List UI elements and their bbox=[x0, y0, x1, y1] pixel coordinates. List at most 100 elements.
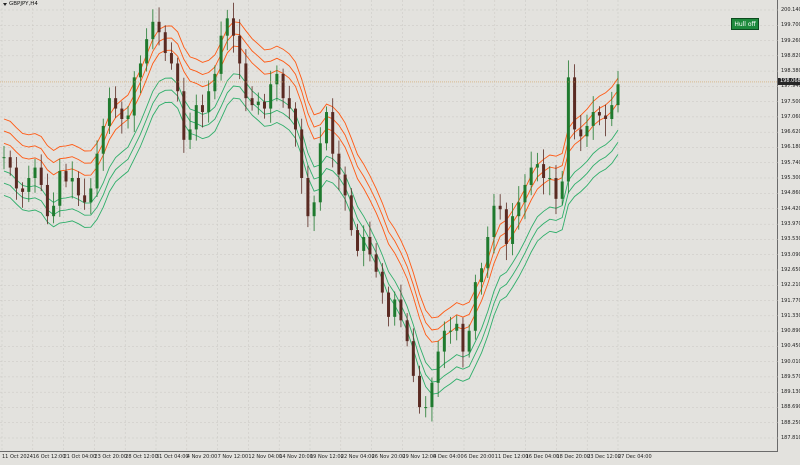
chart-window[interactable]: GBPJPY,H4 Hull off 200.140 199.700 199.260… bbox=[0, 0, 800, 465]
candle-body bbox=[566, 77, 570, 182]
time-tick-label: 16 Dec 04:00 bbox=[525, 454, 560, 460]
price-tick-label: 190.010 bbox=[781, 358, 800, 365]
candle-body bbox=[287, 98, 291, 109]
candle-body bbox=[585, 125, 589, 137]
candle-body bbox=[262, 101, 266, 109]
price-tick-label: 194.860 bbox=[781, 190, 800, 197]
price-tick-label: 190.890 bbox=[781, 328, 800, 335]
candle-body bbox=[560, 181, 564, 199]
symbol-label[interactable]: GBPJPY,H4 bbox=[3, 1, 38, 7]
time-axis: 11 Oct 2024 16 Oct 12:00 21 Oct 04:00 23 Oc… bbox=[0, 452, 800, 465]
candle-body bbox=[281, 73, 285, 99]
candle-body bbox=[411, 341, 415, 376]
candle-body bbox=[356, 230, 360, 251]
candle-body bbox=[225, 18, 229, 36]
candle-body bbox=[76, 178, 80, 196]
time-tick-label: 12 Nov 04:00 bbox=[248, 454, 283, 460]
time-tick-label: 26 Nov 20:00 bbox=[371, 454, 406, 460]
candle-body bbox=[256, 101, 260, 106]
candle-body bbox=[492, 205, 496, 238]
symbol-text: GBPJPY,H4 bbox=[9, 1, 38, 7]
time-tick-label: 31 Oct 04:00 bbox=[156, 454, 189, 460]
candle-body bbox=[200, 105, 204, 113]
candle-body bbox=[554, 178, 558, 199]
candle-body bbox=[219, 35, 223, 74]
candle-body bbox=[114, 98, 118, 109]
candle-body bbox=[126, 115, 130, 119]
price-tick-label: 198.380 bbox=[781, 68, 800, 75]
plot-area[interactable]: GBPJPY,H4 Hull off bbox=[0, 0, 778, 452]
price-tick-label: 192.650 bbox=[781, 266, 800, 273]
candle-body bbox=[95, 153, 99, 189]
candle-body bbox=[8, 157, 12, 168]
time-tick-label: 7 Nov 12:00 bbox=[217, 454, 249, 460]
time-tick-label: 11 Oct 2024 bbox=[2, 454, 33, 460]
price-tick-label: 188.250 bbox=[781, 419, 800, 426]
candle-body bbox=[418, 375, 422, 408]
candle-body bbox=[610, 105, 614, 119]
candle-body bbox=[399, 299, 403, 321]
candle-body bbox=[33, 167, 37, 179]
hull-status-button[interactable]: Hull off bbox=[731, 18, 759, 30]
candle-body bbox=[269, 84, 273, 109]
candle-body bbox=[573, 77, 577, 130]
candlestick-chart[interactable] bbox=[0, 0, 778, 452]
candle-body bbox=[597, 112, 601, 116]
candle-body bbox=[238, 35, 242, 64]
candle-body bbox=[101, 125, 105, 154]
candle-body bbox=[2, 157, 6, 159]
band-lower-line bbox=[3, 97, 619, 395]
candle-body bbox=[517, 202, 521, 217]
candle-body bbox=[374, 254, 378, 272]
candle-body bbox=[182, 91, 186, 140]
price-tick-label: 198.820 bbox=[781, 52, 800, 59]
candle-body bbox=[349, 195, 353, 231]
current-price-tag: 198.068 bbox=[778, 78, 800, 86]
candle-body bbox=[138, 63, 142, 78]
candle-body bbox=[511, 216, 515, 244]
candle-body bbox=[312, 202, 316, 217]
candle-body bbox=[45, 184, 49, 217]
price-tick-label: 191.770 bbox=[781, 297, 800, 304]
candle-body bbox=[89, 188, 93, 203]
time-tick-label: 16 Oct 12:00 bbox=[32, 454, 66, 460]
candle-body bbox=[176, 63, 180, 92]
price-tick-label: 194.420 bbox=[781, 205, 800, 212]
price-tick-label: 189.570 bbox=[781, 373, 800, 380]
candle-body bbox=[169, 53, 173, 64]
chevron-down-icon[interactable] bbox=[3, 2, 7, 6]
price-tick-label: 196.620 bbox=[781, 129, 800, 136]
time-tick-label: 22 Nov 04:00 bbox=[340, 454, 375, 460]
price-tick-label: 187.810 bbox=[781, 435, 800, 441]
candle-body bbox=[380, 271, 384, 293]
candle-body bbox=[325, 112, 329, 144]
candle-body bbox=[58, 171, 62, 206]
candle-body bbox=[442, 330, 446, 352]
candle-body bbox=[405, 320, 409, 342]
candle-body bbox=[424, 407, 428, 409]
candle-body bbox=[542, 164, 546, 179]
candle-body bbox=[306, 178, 310, 217]
time-tick-label: 18 Dec 20:00 bbox=[556, 454, 591, 460]
candle-body bbox=[486, 237, 490, 269]
candle-body bbox=[362, 237, 366, 251]
price-tick-label: 188.690 bbox=[781, 404, 800, 411]
band-lower-line bbox=[3, 73, 619, 371]
candle-body bbox=[393, 299, 397, 317]
price-tick-label: 193.090 bbox=[781, 251, 800, 258]
candle-body bbox=[213, 73, 217, 92]
candle-body bbox=[188, 129, 192, 140]
candle-body bbox=[331, 112, 335, 154]
candle-body bbox=[300, 129, 304, 179]
price-axis: 200.140 199.700 199.260 198.820 198.380 197.9… bbox=[778, 0, 800, 452]
candle-body bbox=[163, 32, 167, 54]
candle-body bbox=[27, 178, 31, 192]
time-tick-label: 21 Oct 04:00 bbox=[63, 454, 97, 460]
candle-body bbox=[430, 382, 434, 408]
candle-body bbox=[107, 98, 111, 126]
price-tick-label: 195.740 bbox=[781, 159, 800, 166]
candle-body bbox=[387, 292, 391, 317]
time-tick-label: 4 Dec 04:00 bbox=[433, 454, 464, 460]
time-tick-label: 29 Nov 12:00 bbox=[402, 454, 437, 460]
candle-body bbox=[145, 39, 149, 64]
